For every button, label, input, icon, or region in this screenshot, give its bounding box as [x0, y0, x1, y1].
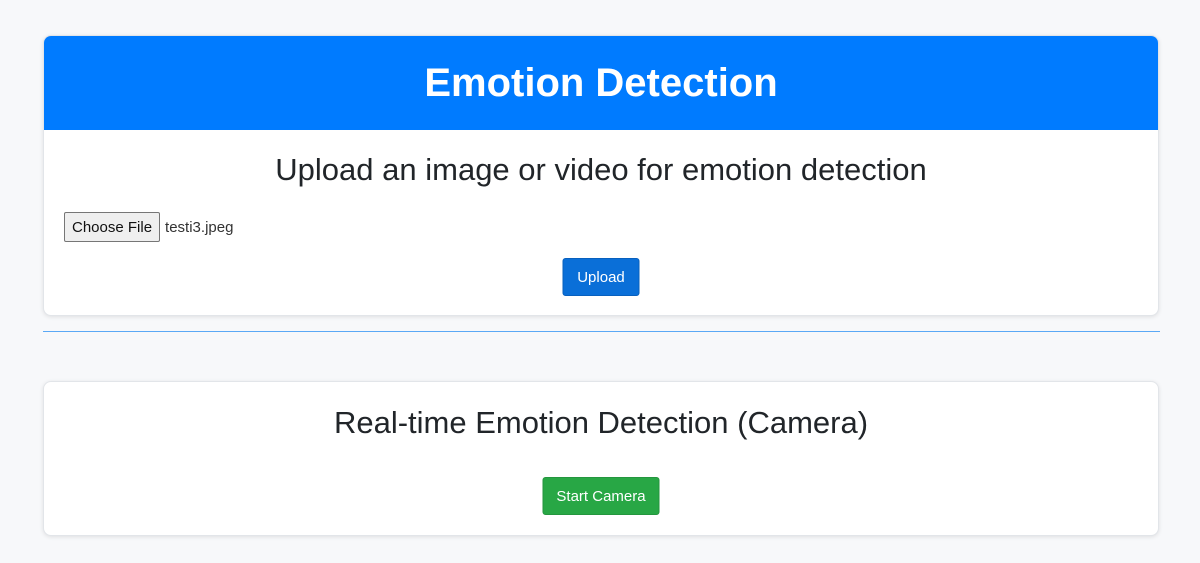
start-camera-button[interactable]: Start Camera [542, 477, 660, 515]
upload-heading: Upload an image or video for emotion det… [275, 152, 927, 187]
section-divider [43, 331, 1160, 332]
file-input[interactable]: Choose File testi3.jpeg [64, 212, 233, 242]
page-title: Emotion Detection [424, 60, 778, 105]
upload-button[interactable]: Upload [562, 258, 640, 296]
camera-heading: Real-time Emotion Detection (Camera) [333, 405, 869, 440]
choose-file-button[interactable]: Choose File [64, 212, 161, 242]
camera-card: Real-time Emotion Detection (Camera) Sta… [43, 381, 1159, 536]
upload-card: Emotion Detection Upload an image or vid… [43, 35, 1159, 316]
page-header: Emotion Detection [44, 36, 1158, 130]
selected-file-name: testi3.jpeg [165, 218, 234, 236]
